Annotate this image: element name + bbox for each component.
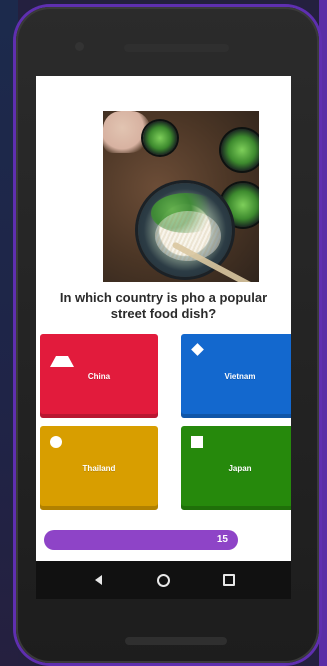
app-screen: In which country is pho a popular street… <box>36 76 291 599</box>
answer-vietnam[interactable]: Vietnam <box>181 334 291 418</box>
square-icon <box>191 436 203 448</box>
question-text: In which country is pho a popular street… <box>59 290 268 321</box>
circle-icon <box>50 436 62 448</box>
answer-thailand[interactable]: Thailand <box>40 426 158 510</box>
home-button[interactable] <box>138 561 188 599</box>
answer-grid: China Vietnam Thailand Japan <box>40 334 291 512</box>
question-image <box>103 111 259 282</box>
bottom-speaker-grille <box>125 637 227 645</box>
back-button[interactable] <box>73 561 123 599</box>
recents-square-icon <box>223 574 235 586</box>
answer-label: Japan <box>228 464 252 473</box>
diamond-icon <box>191 343 204 356</box>
answer-china[interactable]: China <box>40 334 158 418</box>
triangle-icon <box>50 344 74 367</box>
back-triangle-icon <box>94 575 102 585</box>
answer-label: Vietnam <box>224 372 256 381</box>
top-speaker-grille <box>124 44 229 52</box>
side-bowl <box>221 129 259 171</box>
quiz-content: In which country is pho a popular street… <box>36 76 291 561</box>
answer-label: China <box>87 372 111 381</box>
android-nav-bar <box>36 561 291 599</box>
background-right-edge <box>319 0 327 666</box>
timer-value: 15 <box>216 534 228 545</box>
front-camera <box>75 42 84 51</box>
recents-button[interactable] <box>204 561 254 599</box>
answer-label: Thailand <box>82 464 116 473</box>
timer-progress <box>44 530 238 550</box>
home-circle-icon <box>156 573 170 587</box>
side-bowl <box>143 121 177 155</box>
answer-japan[interactable]: Japan <box>181 426 291 510</box>
timer-bar: 15 <box>44 530 238 550</box>
